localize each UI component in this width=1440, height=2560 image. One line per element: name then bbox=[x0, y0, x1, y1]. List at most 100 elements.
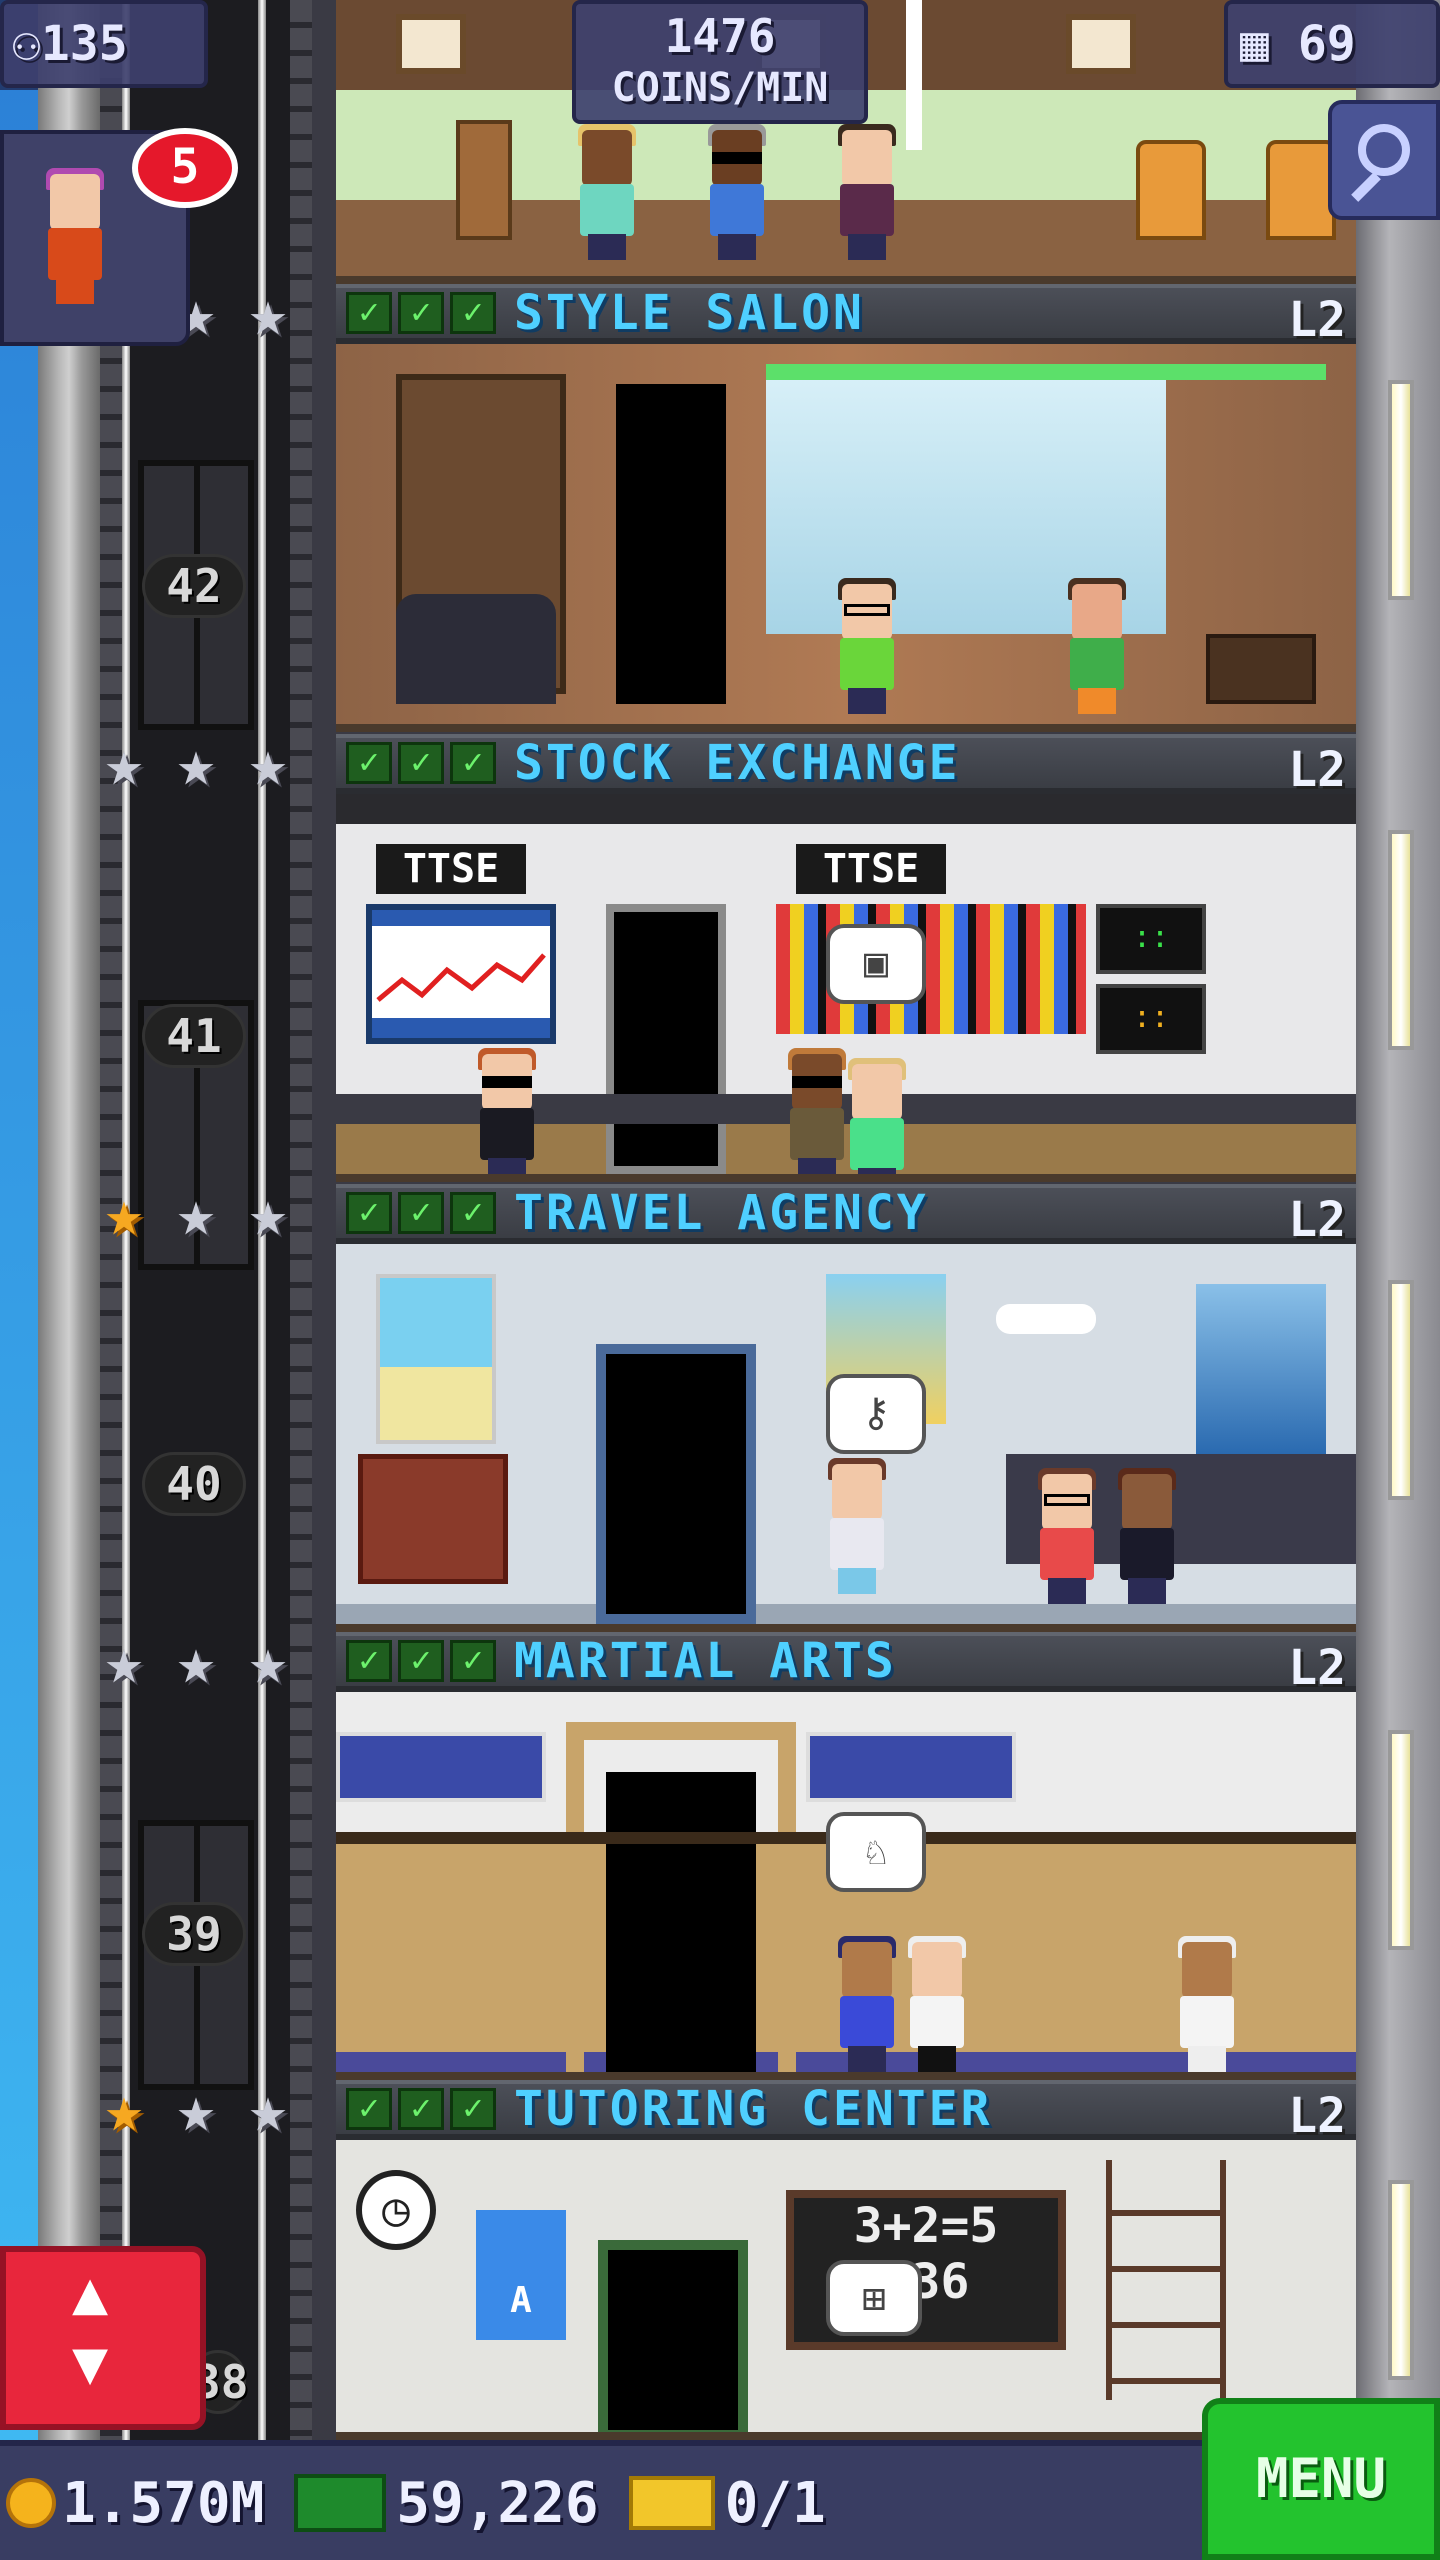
window-light bbox=[1388, 380, 1414, 600]
search-button[interactable] bbox=[1328, 100, 1440, 220]
bitizen[interactable] bbox=[906, 1936, 968, 2072]
floor-level: L2 bbox=[1288, 1640, 1346, 1696]
wall-picture bbox=[396, 14, 466, 74]
floor-number-40: 40 bbox=[142, 1452, 246, 1516]
doorway bbox=[616, 384, 726, 704]
floor-style-salon[interactable]: ✓ ✓ ✓ STYLE SALON L2 bbox=[336, 284, 1356, 732]
stock-line-icon bbox=[372, 910, 550, 1038]
star-icon: ★ bbox=[176, 1625, 216, 1699]
floor-stars: ★ ★ ★ bbox=[92, 2073, 312, 2147]
bridge-poster bbox=[1196, 1284, 1326, 1454]
elevator-button[interactable]: ▲ ▼ bbox=[0, 2246, 206, 2430]
visitor-button[interactable]: 5 bbox=[0, 128, 238, 346]
floor-stars: ★ ★ ★ bbox=[92, 727, 312, 801]
magnifier-icon bbox=[1358, 124, 1410, 176]
bux-display[interactable]: 59,226 bbox=[274, 2471, 599, 2536]
bitizen[interactable] bbox=[576, 124, 638, 260]
bitizen[interactable] bbox=[786, 1048, 848, 1174]
bitizen[interactable] bbox=[836, 124, 898, 260]
population-counter[interactable]: ⚇135 bbox=[0, 0, 208, 88]
bitizen[interactable] bbox=[1176, 1936, 1238, 2072]
notification-badge: 5 bbox=[132, 128, 238, 208]
floor-travel-agency[interactable]: ✓ ✓ ✓ TRAVEL AGENCY L2 ⚷ bbox=[336, 1184, 1356, 1632]
star-icon: ★ bbox=[104, 1625, 144, 1699]
check-icon: ✓ bbox=[398, 742, 444, 784]
cabinet bbox=[1206, 634, 1316, 704]
beach-poster bbox=[376, 1274, 496, 1444]
floor-stars: ★ ★ ★ bbox=[92, 1177, 312, 1251]
star-icon: ★ bbox=[248, 1625, 288, 1699]
window-light bbox=[1388, 1280, 1414, 1500]
window-light bbox=[1388, 1730, 1414, 1950]
stock-chart-screen bbox=[366, 904, 556, 1044]
floor-number-41: 41 bbox=[142, 1004, 246, 1068]
building-icon: ▦ bbox=[1240, 16, 1269, 72]
tickets-value: 0/1 bbox=[724, 2470, 826, 2536]
star-icon: ★ bbox=[248, 1177, 288, 1251]
brochure-rack bbox=[358, 1454, 508, 1584]
tickets-display[interactable]: 0/1 bbox=[609, 2471, 826, 2536]
floor-martial-arts[interactable]: ✓ ✓ ✓ MARTIAL ARTS L2 ♘ bbox=[336, 1632, 1356, 2080]
glasses bbox=[844, 604, 890, 616]
bitizen[interactable] bbox=[476, 1048, 538, 1174]
bitizen[interactable] bbox=[1036, 1468, 1098, 1604]
bitizen[interactable] bbox=[836, 1936, 898, 2072]
salon-chair bbox=[1136, 140, 1206, 240]
speech-bubble-icon[interactable]: ⊞ bbox=[826, 2260, 922, 2336]
speech-bubble-icon[interactable]: ♘ bbox=[826, 1812, 926, 1892]
floor-name: TUTORING CENTER bbox=[514, 2081, 993, 2137]
stock-monitor: :: bbox=[1096, 984, 1206, 1054]
dojo-banner bbox=[806, 1732, 1016, 1802]
floor-header[interactable]: ✓ ✓ ✓ TRAVEL AGENCY L2 bbox=[336, 1184, 1356, 1248]
stock-sign: TTSE bbox=[376, 844, 526, 894]
menu-button[interactable]: MENU bbox=[1202, 2398, 1440, 2560]
floor-name: STYLE SALON bbox=[514, 285, 865, 341]
gold-star-icon: ★ bbox=[104, 2073, 144, 2147]
bitizen[interactable] bbox=[1116, 1468, 1178, 1604]
floor-header[interactable]: ✓ ✓ ✓ MARTIAL ARTS L2 bbox=[336, 1632, 1356, 1696]
key-bubble-icon[interactable]: ⚷ bbox=[826, 1374, 926, 1454]
office-chair bbox=[396, 594, 556, 704]
floor-name: TRAVEL AGENCY bbox=[514, 1185, 929, 1241]
bitizen[interactable] bbox=[1066, 578, 1128, 714]
floor-level: L2 bbox=[1288, 2088, 1346, 2144]
arrow-down-icon: ▼ bbox=[72, 2328, 109, 2398]
chalkboard-line: 3+2=5 bbox=[853, 2198, 999, 2254]
glasses bbox=[1044, 1494, 1090, 1506]
coins-display[interactable]: 1.570M bbox=[6, 2471, 264, 2536]
building-count[interactable]: ▦ 69 bbox=[1224, 0, 1440, 88]
speech-bubble-icon[interactable]: ▣ bbox=[826, 924, 926, 1004]
coins-per-minute[interactable]: 1476 COINS/MIN bbox=[572, 0, 868, 124]
floor-tutoring-center[interactable]: ✓ ✓ ✓ TUTORING CENTER L2 ◷ A 3+2=5 =36 ⊞ bbox=[336, 2080, 1356, 2440]
salon-chair bbox=[1266, 140, 1336, 240]
population-value: 135 bbox=[40, 16, 128, 72]
coins-rate-value: 1476 bbox=[664, 9, 776, 63]
star-icon: ★ bbox=[248, 2073, 288, 2147]
bitizen[interactable] bbox=[836, 578, 898, 714]
sky bbox=[0, 0, 38, 2440]
bookshelf bbox=[1106, 2160, 1226, 2400]
floor-stars: ★ ★ ★ bbox=[92, 1625, 312, 1699]
floor-header[interactable]: ✓ ✓ ✓ STYLE SALON L2 bbox=[336, 284, 1356, 348]
check-icon: ✓ bbox=[450, 1640, 496, 1682]
bux-icon bbox=[294, 2474, 387, 2532]
floor-header[interactable]: ✓ ✓ ✓ STOCK EXCHANGE L2 bbox=[336, 734, 1356, 798]
check-icon: ✓ bbox=[346, 292, 392, 334]
floor-number-42: 42 bbox=[142, 554, 246, 618]
bitizen[interactable] bbox=[826, 1458, 888, 1594]
check-icon: ✓ bbox=[450, 1192, 496, 1234]
bitizen[interactable] bbox=[706, 124, 768, 260]
stock-ticker-board bbox=[776, 904, 1086, 1034]
doorway bbox=[606, 1772, 756, 2072]
gold-star-icon: ★ bbox=[104, 1177, 144, 1251]
floor-stock-exchange[interactable]: ✓ ✓ ✓ STOCK EXCHANGE L2 TTSE TTSE :: :: … bbox=[336, 734, 1356, 1182]
window-light bbox=[1388, 830, 1414, 1050]
check-icon: ✓ bbox=[346, 742, 392, 784]
bitizen[interactable] bbox=[846, 1058, 908, 1174]
green-trim bbox=[766, 364, 1326, 380]
floor-header[interactable]: ✓ ✓ ✓ TUTORING CENTER L2 bbox=[336, 2080, 1356, 2144]
stock-monitor: :: bbox=[1096, 904, 1206, 974]
doorway bbox=[596, 1344, 756, 1624]
star-icon: ★ bbox=[248, 727, 288, 801]
population-icon: ⚇ bbox=[12, 16, 41, 72]
